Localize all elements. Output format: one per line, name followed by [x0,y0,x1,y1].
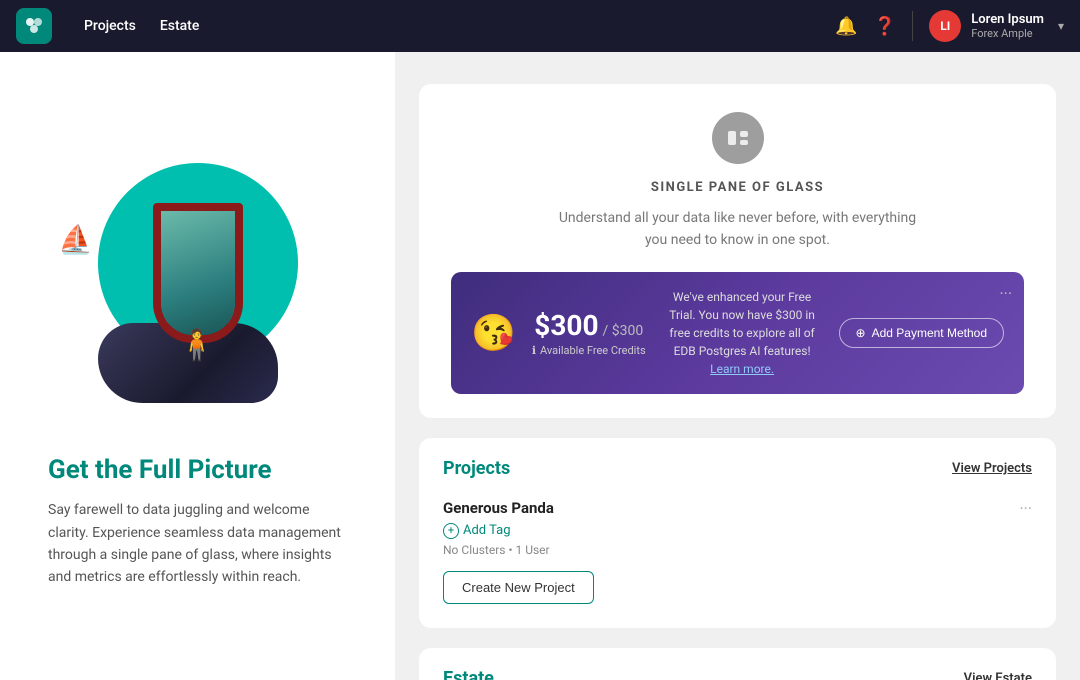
mirror-inner [161,211,235,335]
nav-divider [912,11,913,41]
project-meta: No Clusters • 1 User [443,543,1032,557]
panel-icon [712,112,764,164]
credits-banner: 😘 $300 / $300 ℹ Available Free Credits W… [451,272,1024,394]
left-panel-title: Get the Full Picture [48,455,347,485]
credits-amount: $300 / $300 [532,309,646,342]
user-subtitle: Forex Ample [971,27,1044,40]
projects-section-title: Projects [443,458,510,479]
nav-estate[interactable]: Estate [160,18,199,34]
info-icon: ℹ [532,344,536,357]
avatar: LI [929,10,961,42]
view-projects-link[interactable]: View Projects [952,461,1032,476]
hero-card-title: SINGLE PANE OF GLASS [451,180,1024,195]
credits-more-options[interactable]: ··· [999,284,1012,303]
plus-circle-icon: + [443,523,459,539]
create-project-button[interactable]: Create New Project [443,571,594,604]
estate-card: Estate View Estate EDB Postgres® AI Clus… [419,648,1056,680]
credits-message: We've enhanced your Free Trial. You now … [662,288,823,378]
estate-section-title: Estate [443,668,494,680]
credits-amount-block: $300 / $300 ℹ Available Free Credits [532,309,646,357]
right-panel: SINGLE PANE OF GLASS Understand all your… [395,52,1080,680]
left-panel-description: Say farewell to data juggling and welcom… [48,499,347,589]
projects-card-header: Projects View Projects [443,458,1032,479]
user-menu[interactable]: LI Loren Ipsum Forex Ample ▾ [929,10,1064,42]
view-estate-link[interactable]: View Estate [964,671,1032,680]
sailboat-decoration: ⛵ [58,223,93,256]
mirror-frame [153,203,243,343]
bell-icon: 🔔 [835,16,857,37]
hero-card-description: Understand all your data like never befo… [548,207,928,252]
estate-card-header: Estate View Estate [443,668,1032,680]
plus-icon: ⊕ [856,326,866,340]
user-name: Loren Ipsum [971,12,1044,27]
credits-emoji: 😘 [471,312,516,354]
hero-card: SINGLE PANE OF GLASS Understand all your… [419,84,1056,418]
navbar-right: 🔔 ❓ LI Loren Ipsum Forex Ample ▾ [835,10,1064,42]
projects-card: Projects View Projects Generous Panda ··… [419,438,1056,628]
credits-label: ℹ Available Free Credits [532,344,646,357]
navbar: Projects Estate 🔔 ❓ LI Loren Ipsum Forex… [0,0,1080,52]
project-row-header: Generous Panda ··· [443,499,1032,523]
hero-illustration: ⛵ 🧍 [48,143,348,423]
credits-max: / $300 [602,323,643,339]
notification-button[interactable]: 🔔 [835,16,857,37]
nav-projects[interactable]: Projects [84,18,136,34]
chevron-down-icon: ▾ [1058,19,1064,33]
user-info: Loren Ipsum Forex Ample [971,12,1044,40]
add-tag-label: Add Tag [463,523,511,538]
credits-value: $300 [534,309,598,342]
add-tag-button[interactable]: + Add Tag [443,523,1032,539]
project-name: Generous Panda [443,499,554,517]
add-payment-button[interactable]: ⊕ Add Payment Method [839,318,1004,348]
question-icon: ❓ [874,16,896,37]
app-logo[interactable] [16,8,52,44]
help-button[interactable]: ❓ [874,16,896,37]
project-item: Generous Panda ··· + Add Tag No Clusters… [443,495,1032,608]
learn-more-link[interactable]: Learn more. [710,362,774,376]
project-more-options[interactable]: ··· [1019,499,1032,518]
left-panel: ⛵ 🧍 Get the Full Picture Say farewell to… [0,52,395,680]
person-figure: 🧍 [178,328,215,363]
page-content: ⛵ 🧍 Get the Full Picture Say farewell to… [0,52,1080,680]
